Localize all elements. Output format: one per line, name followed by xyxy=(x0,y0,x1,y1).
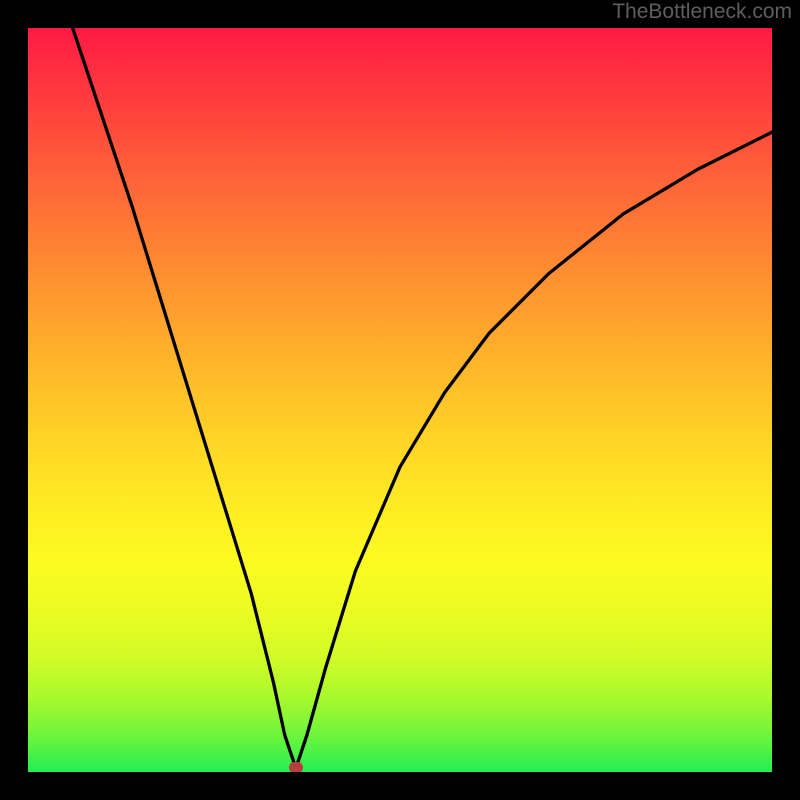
optimal-point-marker xyxy=(289,762,303,772)
watermark-text: TheBottleneck.com xyxy=(612,0,792,24)
chart-frame: TheBottleneck.com xyxy=(0,0,800,800)
bottleneck-curve xyxy=(28,28,772,772)
plot-area xyxy=(28,28,772,772)
